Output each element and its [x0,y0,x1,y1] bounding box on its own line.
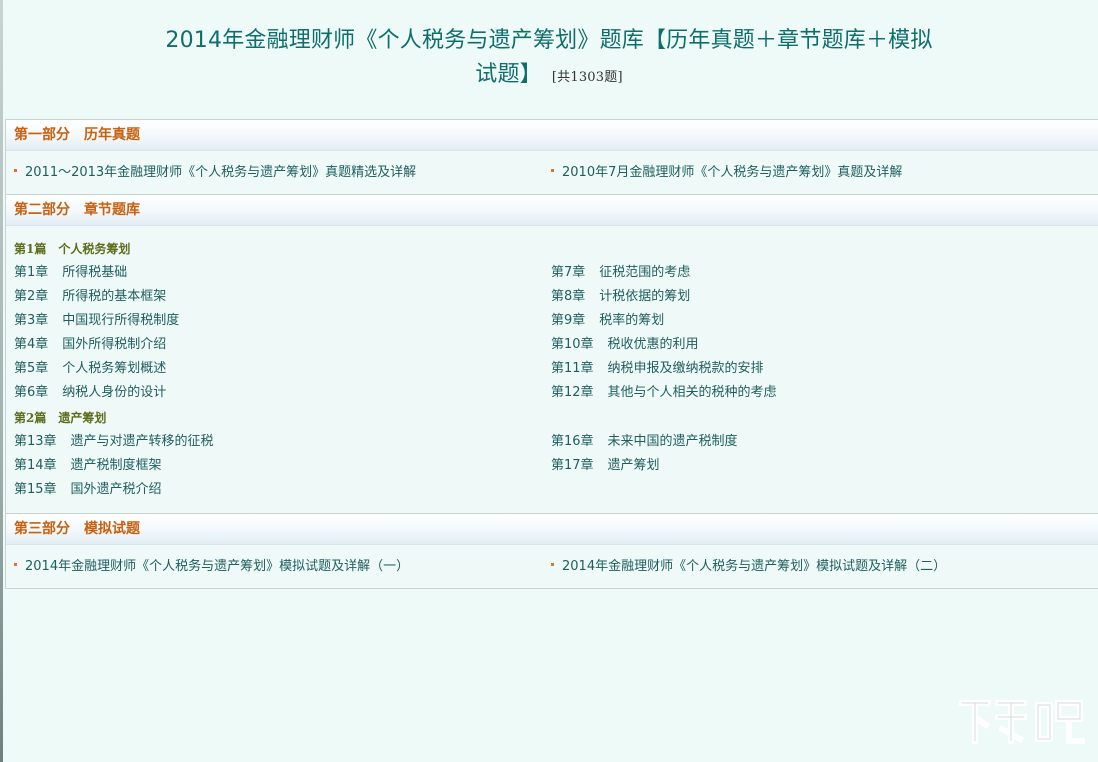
part1-link-2-text: 2010年7月金融理财师《个人税务与遗产筹划》真题及详解 [562,165,903,180]
chapter-link-16[interactable]: 第16章 未来中国的遗产税制度 [551,432,738,452]
chapter-name: 遗产税制度框架 [70,458,162,473]
part1-heading: 第一部分 历年真题 [6,120,1098,151]
question-count: [共1303题] [551,70,623,85]
chapter-num: 第5章 [14,361,49,376]
chapter-num: 第7章 [551,265,586,280]
part3-link-2-text: 2014年金融理财师《个人税务与遗产筹划》模拟试题及详解（二） [562,559,947,574]
part2-heading: 第二部分 章节题库 [6,195,1098,226]
chapter-link-3[interactable]: 第3章 中国现行所得税制度 [14,311,179,331]
chapter-link-8[interactable]: 第8章 计税依据的筹划 [551,287,690,307]
left-edge-strip [0,0,3,762]
part1-panel: 第一部分 历年真题 2011～2013年金融理财师《个人税务与遗产筹划》真题精选… [5,119,1098,195]
chapter-name: 国外遗产税介绍 [70,482,162,497]
chapter-link-13[interactable]: 第13章 遗产与对遗产转移的征税 [14,432,214,452]
chapter-link-1[interactable]: 第1章 所得税基础 [14,263,127,283]
chapter-num: 第8章 [551,289,586,304]
part3-link-1[interactable]: 2014年金融理财师《个人税务与遗产筹划》模拟试题及详解（一） [14,557,409,577]
chapter-name: 纳税申报及缴纳税款的安排 [607,361,764,376]
chapter-name: 未来中国的遗产税制度 [607,434,738,449]
part1-link-2[interactable]: 2010年7月金融理财师《个人税务与遗产筹划》真题及详解 [551,163,902,183]
chapter-link-7[interactable]: 第7章 征税范围的考虑 [551,263,690,283]
page-title: 2014年金融理财师《个人税务与遗产筹划》题库【历年真题＋章节题库＋模拟 试题】… [0,24,1098,95]
chapter-link-4[interactable]: 第4章 国外所得税制介绍 [14,335,166,355]
chapter-link-6[interactable]: 第6章 纳税人身份的设计 [14,383,166,403]
chapter-num: 第13章 [14,434,57,449]
square-bullet-icon [551,169,554,172]
square-bullet-icon [14,169,17,172]
chapter-link-12[interactable]: 第12章 其他与个人相关的税种的考虑 [551,383,777,403]
chapter-num: 第17章 [551,458,594,473]
chapter-name: 中国现行所得税制度 [62,313,180,328]
chapter-name: 所得税的基本框架 [62,289,167,304]
chapter-num: 第9章 [551,313,586,328]
chapter-link-9[interactable]: 第9章 税率的筹划 [551,311,664,331]
title-line-1: 2014年金融理财师《个人税务与遗产筹划》题库【历年真题＋章节题库＋模拟 [165,28,933,53]
chapter-num: 第1章 [14,265,49,280]
chapter-name: 所得税基础 [62,265,128,280]
xiazaiba-logo-icon [959,700,1085,744]
chapter-num: 第3章 [14,313,49,328]
chapter-num: 第15章 [14,482,57,497]
section-2-title: 第2篇 遗产筹划 [14,411,107,425]
title-line-2-text: 试题】 [475,62,542,87]
chapter-link-2[interactable]: 第2章 所得税的基本框架 [14,287,166,307]
chapter-link-15[interactable]: 第15章 国外遗产税介绍 [14,480,162,500]
part1-link-1-text: 2011～2013年金融理财师《个人税务与遗产筹划》真题精选及详解 [25,165,417,180]
chapter-link-17[interactable]: 第17章 遗产筹划 [551,456,660,476]
chapter-name: 税率的筹划 [599,313,665,328]
chapter-name: 个人税务筹划概述 [62,361,167,376]
chapter-link-11[interactable]: 第11章 纳税申报及缴纳税款的安排 [551,359,764,379]
section-1-title: 第1篇 个人税务筹划 [14,242,131,256]
chapter-link-10[interactable]: 第10章 税收优惠的利用 [551,335,699,355]
part3-panel: 第三部分 模拟试题 2014年金融理财师《个人税务与遗产筹划》模拟试题及详解（一… [5,513,1098,589]
chapter-name: 征税范围的考虑 [599,265,691,280]
chapter-link-5[interactable]: 第5章 个人税务筹划概述 [14,359,166,379]
chapter-num: 第16章 [551,434,594,449]
chapter-num: 第14章 [14,458,57,473]
chapter-num: 第11章 [551,361,594,376]
chapter-name: 其他与个人相关的税种的考虑 [607,385,777,400]
square-bullet-icon [14,563,17,566]
chapter-num: 第10章 [551,337,594,352]
part3-heading: 第三部分 模拟试题 [6,514,1098,545]
chapter-num: 第2章 [14,289,49,304]
square-bullet-icon [551,563,554,566]
chapter-link-14[interactable]: 第14章 遗产税制度框架 [14,456,162,476]
chapter-num: 第6章 [14,385,49,400]
title-line-2: 试题】 [共1303题] [0,58,1098,95]
part2-panel: 第二部分 章节题库 第1篇 个人税务筹划 第1章 所得税基础 第2章 所得税的基本框… [5,194,1098,514]
chapter-name: 国外所得税制介绍 [62,337,167,352]
chapter-name: 遗产与对遗产转移的征税 [70,434,214,449]
part3-link-2[interactable]: 2014年金融理财师《个人税务与遗产筹划》模拟试题及详解（二） [551,557,946,577]
chapter-name: 纳税人身份的设计 [62,385,167,400]
chapter-num: 第12章 [551,385,594,400]
chapter-num: 第4章 [14,337,49,352]
chapter-name: 计税依据的筹划 [599,289,691,304]
part3-link-1-text: 2014年金融理财师《个人税务与遗产筹划》模拟试题及详解（一） [25,559,410,574]
part1-link-1[interactable]: 2011～2013年金融理财师《个人税务与遗产筹划》真题精选及详解 [14,163,416,183]
chapter-name: 遗产筹划 [607,458,660,473]
chapter-name: 税收优惠的利用 [607,337,699,352]
